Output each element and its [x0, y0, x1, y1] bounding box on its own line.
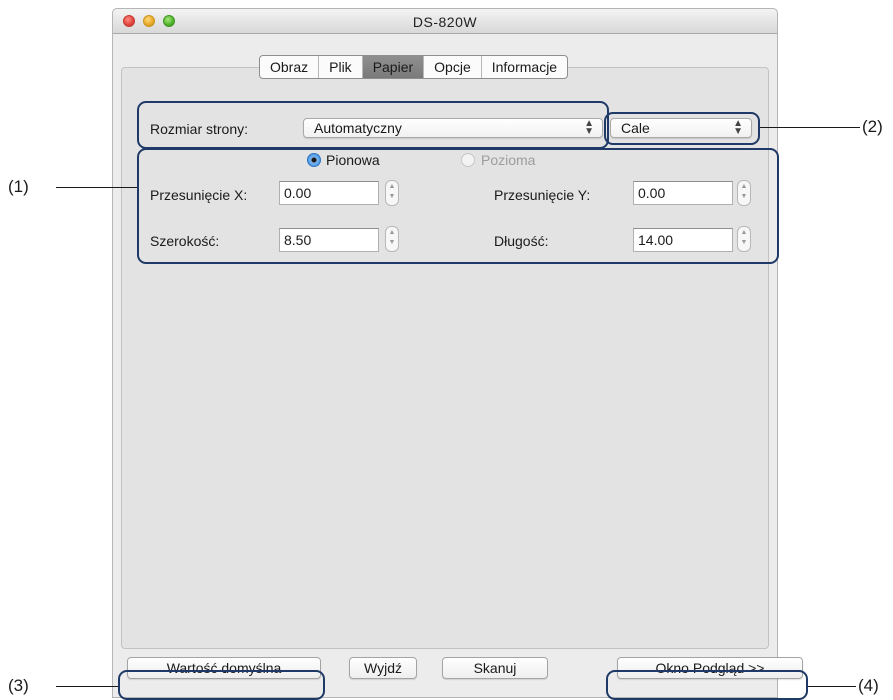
width-field[interactable]: 8.50	[279, 228, 379, 252]
length-field[interactable]: 14.00	[633, 228, 733, 252]
popup-arrows-icon: ▲ ▼	[584, 118, 594, 137]
units-value: Cale	[621, 120, 650, 136]
window-title: DS-820W	[412, 14, 478, 30]
portrait-radio[interactable]	[307, 153, 321, 167]
offset-x-stepper[interactable]: ▲ ▼	[385, 180, 399, 206]
length-stepper[interactable]: ▲ ▼	[737, 226, 751, 252]
tab-bar: Obraz Plik Papier Opcje Informacje	[259, 55, 569, 79]
scan-button[interactable]: Skanuj	[442, 657, 548, 679]
callout-2-line	[760, 127, 860, 128]
exit-button[interactable]: Wyjdź	[349, 657, 417, 679]
tab-papier[interactable]: Papier	[362, 56, 425, 78]
callout-2-label: (2)	[862, 117, 883, 136]
scanner-settings-window: DS-820W Obraz Plik Papier Opcje Informac…	[112, 8, 803, 698]
offset-y-field[interactable]: 0.00	[633, 181, 733, 205]
page-size-value: Automatyczny	[314, 120, 402, 136]
callout-4-label: (4)	[858, 676, 879, 695]
page-size-select[interactable]: Automatyczny ▲ ▼	[303, 118, 603, 138]
offset-y-stepper[interactable]: ▲ ▼	[737, 180, 751, 206]
preview-window-button[interactable]: Okno Podgląd >>	[617, 657, 803, 679]
tab-obraz[interactable]: Obraz	[260, 56, 320, 78]
width-stepper[interactable]: ▲ ▼	[385, 226, 399, 252]
title-bar[interactable]: DS-820W	[113, 9, 777, 34]
tab-plik[interactable]: Plik	[319, 56, 363, 78]
offset-y-label: Przesunięcie Y:	[494, 187, 591, 203]
popup-arrows-icon: ▲ ▼	[733, 118, 743, 137]
tab-informacje[interactable]: Informacje	[482, 56, 567, 78]
offset-x-field[interactable]: 0.00	[279, 181, 379, 205]
tab-opcje[interactable]: Opcje	[424, 56, 482, 78]
width-label: Szerokość:	[150, 233, 220, 249]
page-size-label: Rozmiar strony:	[150, 121, 249, 137]
callout-1-label: (1)	[8, 177, 29, 196]
callout-3-label: (3)	[8, 676, 29, 695]
landscape-label: Pozioma	[481, 152, 536, 168]
portrait-label: Pionowa	[326, 152, 380, 168]
length-label: Długość:	[494, 233, 549, 249]
callout-4-line	[808, 686, 856, 687]
callout-1-line	[56, 187, 137, 188]
offset-x-label: Przesunięcie X:	[150, 187, 248, 203]
callout-3-line	[56, 686, 118, 687]
paper-settings-panel	[121, 67, 769, 649]
landscape-radio[interactable]	[461, 153, 475, 167]
default-values-button[interactable]: Wartość domyślna	[127, 657, 321, 679]
units-select[interactable]: Cale ▲ ▼	[610, 118, 752, 138]
